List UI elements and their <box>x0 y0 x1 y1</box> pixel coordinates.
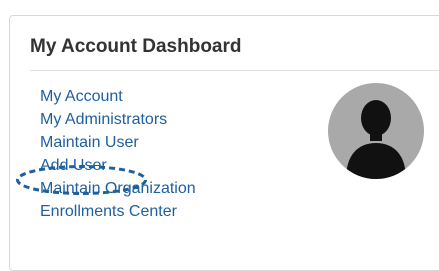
list-item: My Account <box>40 85 196 108</box>
link-maintain-user[interactable]: Maintain User <box>40 134 139 151</box>
link-my-account[interactable]: My Account <box>40 88 123 105</box>
list-item: My Administrators <box>40 108 196 131</box>
list-item: Add User <box>40 154 196 177</box>
panel-title: My Account Dashboard <box>30 36 242 57</box>
link-maintain-organization[interactable]: Maintain Organization <box>40 180 196 197</box>
dashboard-links-list: My Account My Administrators Maintain Us… <box>40 85 196 223</box>
list-item: Maintain Organization <box>40 177 196 200</box>
title-divider <box>30 70 439 71</box>
link-add-user[interactable]: Add User <box>40 157 107 174</box>
list-item: Maintain User <box>40 131 196 154</box>
avatar <box>328 83 424 179</box>
user-silhouette-icon <box>346 100 406 179</box>
link-my-administrators[interactable]: My Administrators <box>40 111 167 128</box>
link-enrollments-center[interactable]: Enrollments Center <box>40 203 177 220</box>
list-item: Enrollments Center <box>40 200 196 223</box>
